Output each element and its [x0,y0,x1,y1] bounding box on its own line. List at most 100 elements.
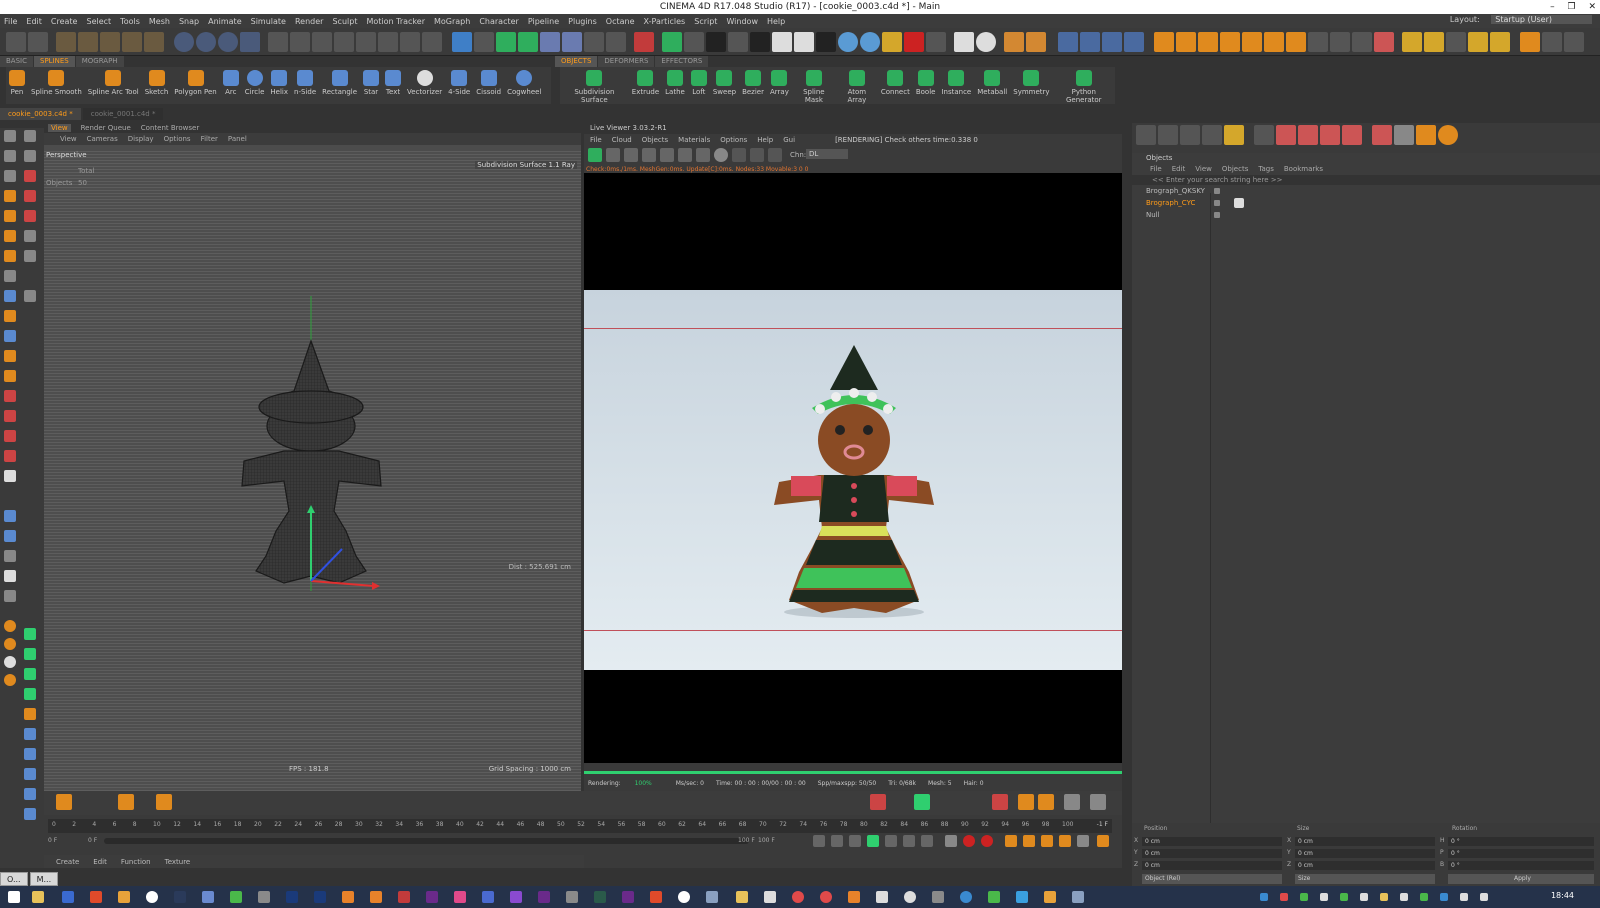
menu-snap[interactable]: Snap [179,17,199,26]
wand-icon[interactable] [1564,32,1584,52]
up-arrow-icon[interactable] [1264,32,1284,52]
key-tool-icon[interactable] [118,794,134,810]
bridge-icon[interactable] [4,410,16,422]
octane-live-viewer-icon[interactable] [634,32,654,52]
photoshop-icon[interactable] [286,891,298,903]
menu-pipeline[interactable]: Pipeline [528,17,559,26]
cinema4d-active-icon[interactable] [706,891,718,903]
obj-connect[interactable]: Connect [878,67,913,104]
material-tag-icon[interactable] [1234,198,1244,208]
down-arrow-icon[interactable] [1286,32,1306,52]
menu-render[interactable]: Render [295,17,323,26]
spline-4-side[interactable]: 4-Side [445,67,473,104]
range-slider[interactable] [104,838,749,844]
extrude-tool-icon[interactable] [4,450,16,462]
vp-menu-options[interactable]: Options [164,135,191,143]
snap4-icon[interactable] [1124,32,1144,52]
tray-icon-10[interactable] [1440,893,1448,901]
x-axis-icon[interactable] [174,32,194,52]
vp-menu-panel[interactable]: Panel [228,135,247,143]
next-frame-icon[interactable] [885,835,897,847]
cube-icon[interactable] [452,32,472,52]
brush-icon[interactable] [4,370,16,382]
obj-extrude[interactable]: Extrude [629,67,662,104]
tray-icon-6[interactable] [1360,893,1368,901]
octane-settings-icon[interactable] [750,32,770,52]
visibility-icon[interactable] [1214,212,1220,218]
position-x-field[interactable]: 0 cm [1142,837,1282,846]
om-menu-bookmarks[interactable]: Bookmarks [1284,165,1323,173]
s-plugin2-icon[interactable] [4,638,16,650]
key-scale-icon[interactable] [1023,835,1035,847]
taskbar-app-14-icon[interactable] [650,891,662,903]
snap2-icon[interactable] [1080,32,1100,52]
photoshop-2-icon[interactable] [314,891,326,903]
octane-layers-icon[interactable] [926,32,946,52]
question-icon[interactable] [24,130,36,142]
move-icon[interactable] [78,32,98,52]
key-param-icon[interactable] [1059,835,1071,847]
tab-effectors[interactable]: EFFECTORS [655,56,709,67]
sculpt-brush2-icon[interactable] [24,190,36,202]
snapping-icon[interactable] [4,290,16,302]
obj-sweep[interactable]: Sweep [710,67,739,104]
rotation-h-field[interactable]: 0 ° [1448,837,1594,846]
pause-render-icon[interactable] [624,148,638,162]
taskbar-app-1-icon[interactable] [62,891,74,903]
menu-sculpt[interactable]: Sculpt [332,17,357,26]
s-icon[interactable] [1438,125,1458,145]
menu-create[interactable]: Create [51,17,78,26]
octane-env-icon[interactable] [860,32,880,52]
object-row[interactable]: Brograph_QKSKY [1132,185,1600,197]
layout-dropdown[interactable]: Startup (User) [1491,15,1592,24]
illustrator-2-icon[interactable] [370,891,382,903]
save-icon[interactable] [1018,794,1034,810]
visibility-icon[interactable] [1214,200,1220,206]
film-icon[interactable] [400,32,420,52]
octane-material-icon[interactable] [772,32,792,52]
deformer-icon[interactable] [540,32,560,52]
curve-icon[interactable] [1276,125,1296,145]
tray-icon-3[interactable] [1300,893,1308,901]
lock-workplane-icon[interactable] [4,350,16,362]
menu-simulate[interactable]: Simulate [251,17,286,26]
shield-icon[interactable] [1520,32,1540,52]
obj-subdivision-surface[interactable]: Subdivision Surface [560,67,629,104]
obj-bezier[interactable]: Bezier [739,67,767,104]
skype-icon[interactable] [1016,891,1028,903]
network-icon[interactable] [1460,893,1468,901]
autokey-icon[interactable] [981,835,993,847]
lv-menu-gui[interactable]: Gui [783,136,795,144]
spline-tool-pen[interactable]: Pen [6,67,28,104]
rotate-icon[interactable] [122,32,142,52]
mixer-icon[interactable] [870,794,886,810]
menu-x-particles[interactable]: X-Particles [644,17,686,26]
floor-icon[interactable] [562,32,582,52]
cinema4d-icon[interactable] [146,891,158,903]
pointer-icon[interactable] [24,150,36,162]
spline-star[interactable]: Star [360,67,382,104]
file-explorer-icon[interactable] [32,891,44,903]
render-icon[interactable] [1372,125,1392,145]
hdr-icon[interactable] [954,32,974,52]
vp-menu-view[interactable]: View [60,135,77,143]
s-plugin4-icon[interactable] [4,674,16,686]
region-icon[interactable] [732,148,746,162]
text-tool-icon[interactable] [4,470,16,482]
coordinate-mode-dropdown[interactable]: Object (Rel) [1142,874,1282,884]
edit-render-settings-icon[interactable] [334,32,354,52]
obj-symmetry[interactable]: Symmetry [1010,67,1052,104]
taskbar-app-18-icon[interactable] [792,891,804,903]
maximize-button[interactable]: ❐ [1568,2,1576,12]
psr-icon[interactable] [1136,125,1156,145]
obj-lathe[interactable]: Lathe [662,67,688,104]
polygon-mode-icon[interactable] [4,230,16,242]
vp-menu-cameras[interactable]: Cameras [87,135,118,143]
render-to-picture-viewer-icon[interactable] [312,32,332,52]
tray-icon-4[interactable] [1320,893,1328,901]
obj-metaball[interactable]: Metaball [974,67,1010,104]
refresh-icon[interactable] [606,148,620,162]
taskbar-app-15-icon[interactable] [678,891,690,903]
mat-menu-texture[interactable]: Texture [165,858,191,866]
dots-icon[interactable] [1374,32,1394,52]
